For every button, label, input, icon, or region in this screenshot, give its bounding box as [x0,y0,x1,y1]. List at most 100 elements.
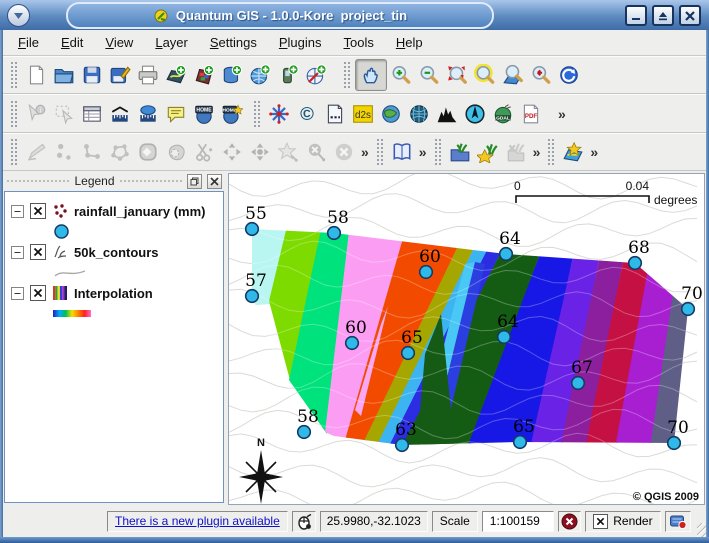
north-arrow-plugin-button[interactable] [461,100,489,128]
scale-input[interactable]: 1:100159 [482,511,554,532]
capture-line-button[interactable] [78,138,106,166]
projection-status-button[interactable] [665,511,691,532]
python-console-button[interactable] [388,138,416,166]
save-project-as-button[interactable] [106,61,134,89]
graticule-creator-button[interactable] [405,100,433,128]
toolbar-overflow-button[interactable]: » [358,144,372,160]
menu-item-help[interactable]: Help [389,33,430,52]
plugin-notice-box[interactable]: There is a new plugin available [107,511,288,532]
zoom-to-selection-button[interactable] [471,61,499,89]
add-vector-layer-button[interactable] [162,61,190,89]
layer-checkbox[interactable] [30,203,46,219]
minimize-button[interactable] [625,5,647,26]
collapse-expander-icon[interactable] [11,205,24,218]
toolbar-overflow-button[interactable]: » [555,106,569,122]
toolbar-overflow-button[interactable]: » [587,144,601,160]
toolbar-grip[interactable] [377,139,383,165]
measure-line-button[interactable] [106,100,134,128]
split-features-button[interactable] [190,138,218,166]
select-features-button[interactable] [50,100,78,128]
render-checkbox[interactable] [593,514,608,529]
print-button[interactable] [134,61,162,89]
toolbar-grip[interactable] [344,62,350,88]
add-wms-layer-button[interactable] [246,61,274,89]
legend-layer-contours[interactable]: 50k_contours [11,241,221,263]
add-gps-layer-button[interactable] [274,61,302,89]
quick-print-button[interactable]: PDF [517,100,545,128]
render-checkbox-box[interactable]: Render [585,511,660,532]
delete-vertex-button[interactable] [302,138,330,166]
zoom-in-button[interactable] [387,61,415,89]
map-tips-button[interactable] [162,100,190,128]
menu-item-settings[interactable]: Settings [203,33,264,52]
stop-render-button[interactable] [558,511,581,532]
move-vertex-button[interactable] [246,138,274,166]
measure-area-button[interactable] [134,100,162,128]
grass-new-mapset-button[interactable] [474,138,502,166]
map-canvas[interactable]: 0 0.04 degrees N 55586064687057606564675… [228,173,705,505]
gdal-tools-button[interactable]: GDAL [489,100,517,128]
layer-checkbox[interactable] [30,244,46,260]
toolbar-grip[interactable] [11,139,17,165]
add-ring-button[interactable] [134,138,162,166]
toolbar-grip[interactable] [548,139,554,165]
pan-button[interactable] [355,59,387,91]
title-bar[interactable]: Quantum GIS - 1.0.0-Kore project_tin [0,0,709,31]
legend-layer-rainfall[interactable]: rainfall_january (mm) [11,200,221,222]
collapse-expander-icon[interactable] [11,246,24,259]
delete-selected-button[interactable] [330,138,358,166]
plugin-notice-link[interactable]: There is a new plugin available [115,514,280,528]
toggle-editing-button[interactable] [22,138,50,166]
show-bookmarks-button[interactable]: HOME [190,100,218,128]
scale-bar-button[interactable] [321,100,349,128]
add-raster-layer-button[interactable] [190,61,218,89]
zoom-to-layer-button[interactable] [499,61,527,89]
menu-item-edit[interactable]: Edit [54,33,90,52]
close-button[interactable] [679,5,701,26]
attribute-table-button[interactable] [78,100,106,128]
legend-float-button[interactable] [187,174,202,189]
refresh-button[interactable] [555,61,583,89]
add-wfs-layer-button[interactable] [302,61,330,89]
legend-layer-interpolation[interactable]: Interpolation [11,282,221,304]
raster-histogram-button[interactable] [433,100,461,128]
move-feature-button[interactable] [218,138,246,166]
window-menu-button[interactable] [7,4,30,27]
identify-button[interactable]: i [22,100,50,128]
new-print-composer-button[interactable] [559,138,587,166]
delete-part-button[interactable] [274,138,302,166]
zoom-full-button[interactable] [443,61,471,89]
toolbar-grip[interactable] [254,101,260,127]
menu-item-view[interactable]: View [98,33,140,52]
menu-item-layer[interactable]: Layer [148,33,195,52]
menu-item-tools[interactable]: Tools [336,33,380,52]
resize-grip[interactable] [697,523,706,537]
zoom-last-button[interactable] [527,61,555,89]
georeferencer-button[interactable] [377,100,405,128]
maximize-button[interactable] [652,5,674,26]
new-project-button[interactable] [22,61,50,89]
legend-close-button[interactable] [207,174,222,189]
node-star-plugin-button[interactable] [265,100,293,128]
mouse-position-toggle-button[interactable] [292,511,316,532]
capture-point-button[interactable] [50,138,78,166]
collapse-expander-icon[interactable] [11,287,24,300]
add-postgis-layer-button[interactable] [218,61,246,89]
toolbar-overflow-button[interactable]: » [530,144,544,160]
open-project-button[interactable] [50,61,78,89]
menu-item-plugins[interactable]: Plugins [272,33,329,52]
copyright-label-button[interactable]: © [293,100,321,128]
toolbar-overflow-button[interactable]: » [416,144,430,160]
toolbar-grip[interactable] [435,139,441,165]
zoom-out-button[interactable] [415,61,443,89]
toolbar-grip[interactable] [11,62,17,88]
legend-header[interactable]: Legend [3,172,226,190]
add-island-button[interactable] [162,138,190,166]
menu-item-file[interactable]: File [11,33,46,52]
new-bookmark-button[interactable]: HOME [218,100,246,128]
capture-polygon-button[interactable] [106,138,134,166]
toolbar-grip[interactable] [11,101,17,127]
save-project-button[interactable] [78,61,106,89]
grass-open-mapset-button[interactable] [446,138,474,166]
grass-close-mapset-button[interactable] [502,138,530,166]
